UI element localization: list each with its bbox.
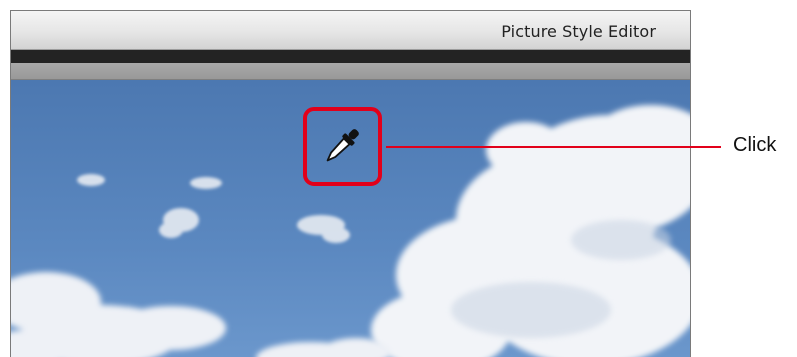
- callout-line: [386, 146, 721, 148]
- panel-header-strip: [11, 63, 690, 80]
- eyedropper-icon[interactable]: [316, 122, 366, 172]
- toolbar-strip: [11, 50, 690, 63]
- window-title: Picture Style Editor: [501, 22, 656, 41]
- title-bar[interactable]: Picture Style Editor: [11, 11, 690, 50]
- callout-label: Click: [733, 134, 777, 156]
- manual-illustration: Picture Style Editor Click: [0, 0, 797, 357]
